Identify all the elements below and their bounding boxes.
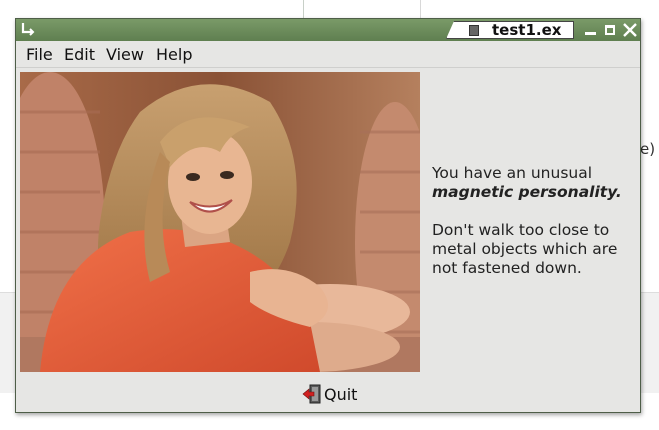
menu-help[interactable]: Help bbox=[156, 45, 192, 64]
message-line: not fastened down. bbox=[432, 259, 582, 277]
maximize-icon[interactable] bbox=[602, 21, 618, 39]
message-line: metal objects which are bbox=[432, 240, 618, 258]
message-text: You have an unusual magnetic personality… bbox=[432, 164, 637, 278]
app-window: test1.ex File Edit View Help You have an… bbox=[15, 18, 641, 413]
menu-file[interactable]: File bbox=[26, 45, 53, 64]
title-bar[interactable]: test1.ex bbox=[16, 19, 640, 41]
close-icon[interactable] bbox=[622, 21, 638, 39]
menu-edit[interactable]: Edit bbox=[64, 45, 95, 64]
background-line bbox=[303, 0, 304, 18]
message-emphasis: magnetic personality. bbox=[432, 183, 622, 201]
menu-view[interactable]: View bbox=[106, 45, 144, 64]
quit-icon bbox=[302, 384, 321, 404]
portrait-photo bbox=[20, 72, 420, 372]
background-panel bbox=[0, 292, 16, 393]
background-panel bbox=[640, 292, 659, 393]
window-title: test1.ex bbox=[492, 21, 562, 39]
app-icon[interactable] bbox=[20, 21, 38, 39]
title-tab: test1.ex bbox=[446, 21, 574, 39]
minimize-icon[interactable] bbox=[582, 21, 598, 39]
background-line bbox=[420, 0, 421, 18]
message-line: Don't walk too close to bbox=[432, 221, 610, 239]
quit-label: Quit bbox=[324, 384, 358, 404]
quit-button[interactable]: Quit bbox=[302, 383, 357, 405]
background-text-fragment: e) bbox=[640, 140, 656, 158]
document-icon bbox=[469, 25, 479, 36]
menu-bar: File Edit View Help bbox=[16, 41, 640, 68]
message-line: You have an unusual bbox=[432, 164, 593, 182]
